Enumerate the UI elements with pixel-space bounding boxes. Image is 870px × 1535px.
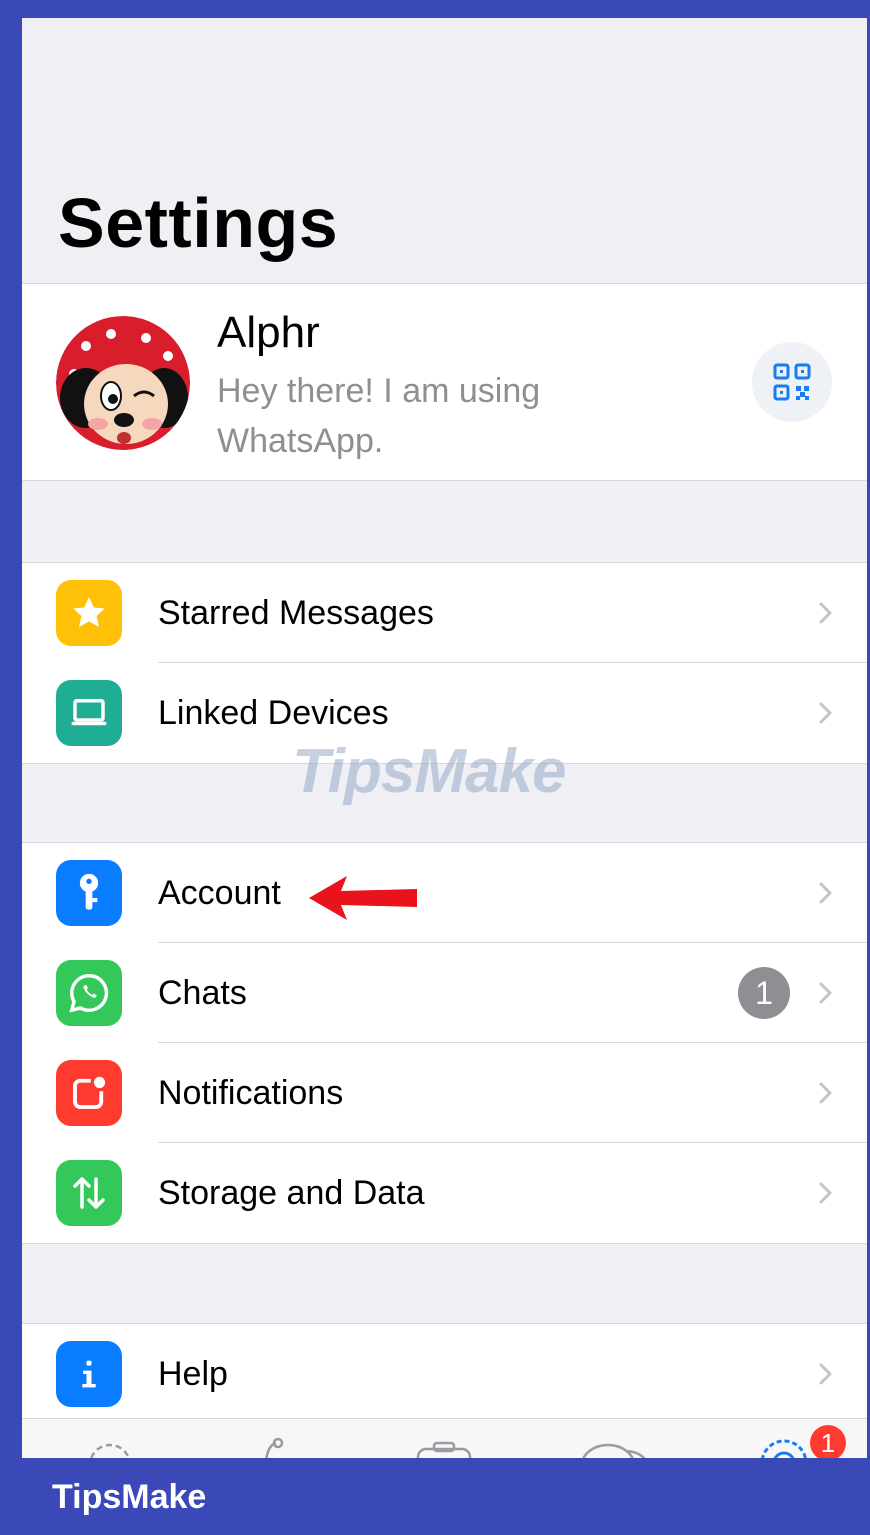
settings-tab-badge: 1 (810, 1425, 846, 1458)
footer-banner: TipsMake (0, 1458, 870, 1535)
profile-status: Hey there! I am using WhatsApp. (217, 372, 541, 460)
chevron-right-icon (819, 1363, 832, 1385)
calls-tab-icon[interactable] (244, 1431, 300, 1458)
key-icon (56, 860, 122, 926)
brand-label: TipsMake (52, 1478, 207, 1516)
notifications-row[interactable]: Notifications (22, 1043, 867, 1143)
tab-bar: 1 (22, 1418, 867, 1458)
row-label: Linked Devices (158, 693, 389, 732)
status-tab-icon[interactable] (82, 1431, 138, 1458)
red-arrow-annotation (309, 876, 417, 920)
row-label: Notifications (158, 1073, 344, 1112)
settings-group-3: Help (22, 1323, 867, 1424)
profile-name: Alphr (217, 308, 320, 357)
chevron-right-icon (819, 1082, 832, 1104)
star-icon (56, 580, 122, 646)
camera-tab-icon[interactable] (414, 1431, 474, 1458)
watermark: TipsMake (292, 737, 566, 806)
starred-messages-row[interactable]: Starred Messages (22, 563, 867, 663)
whatsapp-icon (56, 960, 122, 1026)
chevron-right-icon (819, 982, 832, 1004)
settings-screen: Settings Alphr Hey there! I am using Wha… (22, 18, 867, 1458)
settings-tab-icon[interactable] (754, 1431, 814, 1458)
qr-code-icon (773, 363, 811, 401)
storage-arrows-icon (56, 1160, 122, 1226)
row-label: Storage and Data (158, 1173, 425, 1212)
page-title: Settings (58, 184, 339, 262)
qr-code-button[interactable] (752, 342, 832, 422)
chevron-right-icon (819, 602, 832, 624)
row-label: Starred Messages (158, 593, 434, 632)
avatar[interactable] (56, 316, 190, 450)
chevron-right-icon (819, 882, 832, 904)
chevron-right-icon (819, 1182, 832, 1204)
chats-row[interactable]: Chats 1 (22, 943, 867, 1043)
account-row[interactable]: Account (22, 843, 867, 943)
settings-group-2: Account Chats 1 Notifications Storage an… (22, 842, 867, 1244)
notification-icon (56, 1060, 122, 1126)
storage-and-data-row[interactable]: Storage and Data (22, 1143, 867, 1243)
chats-tab-icon[interactable] (578, 1431, 654, 1458)
info-icon (56, 1341, 122, 1407)
chevron-right-icon (819, 702, 832, 724)
row-label: Chats (158, 973, 247, 1012)
help-row[interactable]: Help (22, 1324, 867, 1424)
settings-group-1: Starred Messages Linked Devices (22, 562, 867, 764)
row-label: Help (158, 1354, 228, 1393)
row-label: Account (158, 873, 281, 912)
unread-badge: 1 (738, 967, 790, 1019)
laptop-icon (56, 680, 122, 746)
profile-row[interactable]: Alphr Hey there! I am using WhatsApp. (22, 283, 867, 481)
